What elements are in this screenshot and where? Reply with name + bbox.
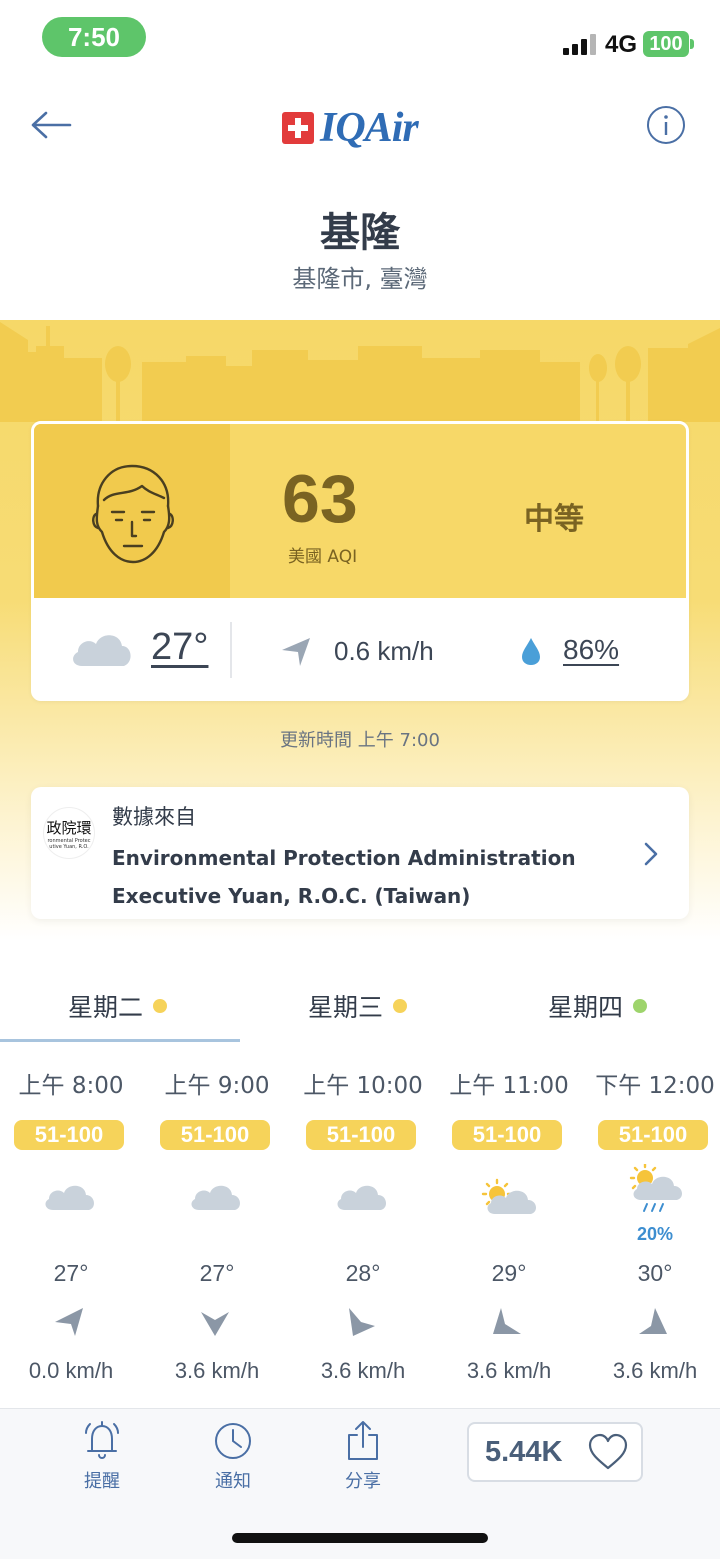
precipitation-chance: 20% [636,1224,674,1244]
chevron-right-icon[interactable] [643,841,659,867]
network-type: 4G [605,31,638,58]
hour-wind-speed: 3.6 km/h [612,1358,698,1383]
source-label: 數據來自 [112,805,196,829]
share-icon [348,1421,378,1460]
bell-icon [85,1421,119,1459]
partly-sunny-icon [481,1178,537,1214]
battery-indicator: 100 [643,31,689,57]
cloud-icon [45,1185,95,1210]
tab-day-label: 星期二 [68,993,144,1022]
sun-rain-icon [629,1164,683,1212]
home-indicator [232,1533,488,1543]
wind-arrow-icon [201,1312,229,1336]
info-icon[interactable] [646,105,686,145]
aqi-level: 中等 [524,502,584,537]
heart-icon [588,1433,628,1470]
hour-time: 上午 11:00 [449,1073,569,1099]
signal-strength-icon [563,34,596,55]
tab-day-3[interactable]: 星期四 [548,986,648,1026]
tab-day-2[interactable]: 星期三 [308,986,408,1026]
hour-time: 上午 9:00 [164,1073,270,1099]
current-humidity[interactable]: 86% [563,634,619,666]
hour-wind-speed: 3.6 km/h [466,1358,552,1383]
aqi-dot-icon [633,999,648,1013]
hour-temperature: 30° [637,1260,673,1286]
hourly-forecast-item: 上午 10:00 51-100 28° 3.6 km/h [290,1066,436,1396]
city-skyline-illustration [0,322,720,422]
face-icon [92,464,174,564]
epa-logo: 政院環 ronmental Protec utive Yuan, R.O. [43,807,95,859]
battery-tip [690,39,694,49]
source-name-line-1: Environmental Protection Administration [112,846,576,870]
city-region: 基隆市, 臺灣 [292,265,428,293]
swiss-cross-icon [282,112,314,144]
hour-wind-speed: 3.6 km/h [320,1358,406,1383]
cloud-icon [191,1185,241,1210]
hour-wind-speed: 0.0 km/h [28,1358,114,1383]
hour-time: 下午 12:00 [595,1073,715,1099]
hour-temperature: 29° [491,1260,527,1286]
notify-label: 通知 [215,1471,251,1492]
tab-day-label: 星期四 [548,993,624,1022]
tab-day-1[interactable]: 星期二 [68,986,168,1026]
brand-name: IQAir [320,105,419,151]
city-title: 基隆 [320,210,400,256]
aqi-range-badge: 51-100 [14,1120,124,1150]
current-temperature[interactable]: 27° [151,626,208,669]
wind-arrow-icon [55,1308,83,1336]
last-updated: 更新時間 上午 7:00 [280,730,440,751]
cloud-icon [337,1185,387,1210]
aqi-card[interactable]: 63 美國 AQI 中等 27° 0.6 km/h 86% [31,421,689,701]
remind-label: 提醒 [84,1471,120,1492]
hourly-forecast-item: 下午 12:00 51-100 20% 30° 3.6 km/h [582,1066,720,1396]
hour-temperature: 27° [199,1260,235,1286]
hourly-forecast-item: 上午 9:00 51-100 27° 3.6 km/h [144,1066,290,1396]
remind-button[interactable]: 提醒 [62,1419,142,1499]
hour-temperature: 28° [345,1260,381,1286]
aqi-range-badge: 51-100 [452,1120,562,1150]
aqi-dot-icon [153,999,168,1013]
share-button[interactable]: 分享 [323,1419,403,1499]
iqair-logo: IQAir [282,104,419,152]
favorite-button[interactable]: 5.44K [467,1422,643,1482]
wind-arrow-icon [282,638,310,666]
aqi-dot-icon [393,999,408,1013]
aqi-range-badge: 51-100 [306,1120,416,1150]
aqi-value: 63 [282,461,358,537]
hour-wind-speed: 3.6 km/h [174,1358,260,1383]
epa-logo-text: 政院環 [46,818,92,837]
water-drop-icon [522,638,540,665]
selected-tab-indicator [0,1039,240,1042]
aqi-range-badge: 51-100 [160,1120,270,1150]
back-arrow-icon[interactable] [28,104,74,146]
divider [230,622,232,678]
data-source-card[interactable]: 政院環 ronmental Protec utive Yuan, R.O. 數據… [31,787,689,919]
hour-time: 上午 10:00 [303,1073,423,1099]
aqi-unit-label: 美國 AQI [288,547,358,567]
face-panel [34,424,230,598]
wind-arrow-icon [493,1308,521,1334]
source-name-line-2: Executive Yuan, R.O.C. (Taiwan) [112,884,471,908]
cloud-icon [73,635,131,666]
hourly-forecast-item: 上午 11:00 51-100 29° 3.6 km/h [436,1066,582,1396]
hourly-forecast-item: 上午 8:00 51-100 27° 0.0 km/h [0,1066,144,1396]
favorite-count: 5.44K [485,1435,563,1468]
notify-button[interactable]: 通知 [193,1419,273,1499]
epa-logo-subtext-2: utive Yuan, R.O. [49,843,89,850]
clock-icon [215,1423,251,1459]
hour-time: 上午 8:00 [18,1073,124,1099]
hour-temperature: 27° [53,1260,89,1286]
source-name: Environmental Protection Administration … [112,839,642,915]
share-label: 分享 [345,1471,381,1492]
tab-day-label: 星期三 [308,993,384,1022]
wind-arrow-icon [349,1308,375,1336]
status-time: 7:50 [42,17,146,57]
wind-arrow-icon [639,1308,667,1334]
aqi-range-badge: 51-100 [598,1120,708,1150]
current-wind-speed: 0.6 km/h [334,636,434,666]
